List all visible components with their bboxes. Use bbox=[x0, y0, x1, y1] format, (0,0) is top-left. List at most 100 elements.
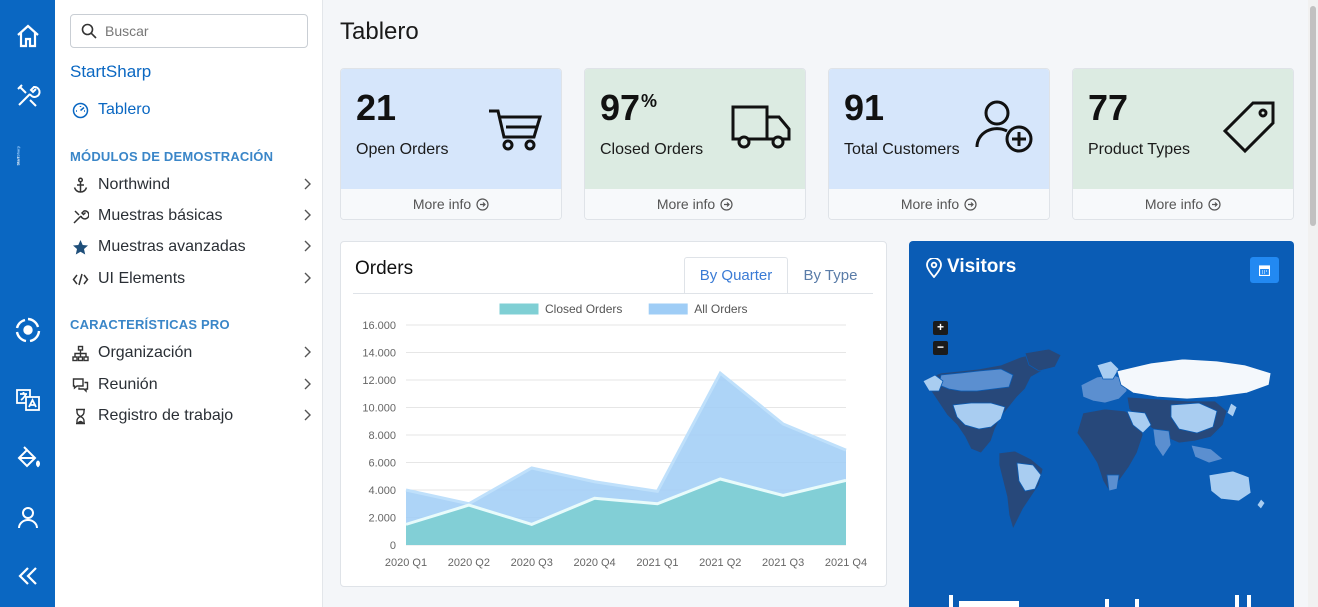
map-region-south-africa bbox=[1106, 474, 1120, 492]
orders-area-chart: 0 2.000 4.000 6.000 8.000 10.000 12.000 14.000 1… bbox=[362, 302, 867, 569]
info-box-product-types: 77 Product Types More info bbox=[1072, 68, 1294, 220]
legend-label: Closed Orders bbox=[545, 302, 622, 316]
y-tick-label: 4.000 bbox=[368, 485, 396, 497]
y-tick-label: 16.000 bbox=[362, 320, 396, 332]
x-tick-label: 2020 Q1 bbox=[385, 557, 427, 569]
collapse-icon[interactable] bbox=[0, 556, 55, 596]
sidebar-item-work-log[interactable]: Registro de trabajo bbox=[70, 403, 313, 429]
info-box-closed-orders: 97% Closed Orders More info bbox=[584, 68, 806, 220]
anchor-icon bbox=[70, 175, 90, 195]
arrow-circle-right-icon bbox=[476, 197, 489, 211]
sidebar-item-label: Muestras avanzadas bbox=[98, 238, 246, 255]
home-icon[interactable] bbox=[0, 16, 55, 56]
tab-divider bbox=[353, 293, 873, 294]
visitors-title: Visitors bbox=[947, 256, 1017, 277]
page-scrollbar[interactable] bbox=[1308, 0, 1318, 607]
tab-by-type[interactable]: By Type bbox=[788, 257, 873, 294]
x-tick-label: 2021 Q3 bbox=[762, 557, 804, 569]
y-tick-label: 12.000 bbox=[362, 375, 396, 387]
gauge-icon bbox=[70, 100, 90, 120]
visitors-sparkline bbox=[949, 595, 1251, 607]
calendar-icon bbox=[1259, 264, 1270, 276]
arrow-circle-right-icon bbox=[1208, 197, 1221, 211]
sidebar-item-label: Tablero bbox=[98, 101, 151, 118]
x-tick-label: 2020 Q4 bbox=[573, 557, 615, 569]
chevron-right-icon bbox=[304, 240, 311, 252]
more-info-link[interactable]: More info bbox=[341, 189, 561, 219]
info-box-total-customers: 91 Total Customers More info bbox=[828, 68, 1050, 220]
chevron-right-icon bbox=[304, 209, 311, 221]
sidebar-item-label: Northwind bbox=[98, 176, 171, 193]
translate-icon[interactable] bbox=[0, 380, 55, 420]
sidebar-title[interactable]: StartSharp bbox=[70, 62, 151, 82]
chevron-right-icon bbox=[304, 378, 311, 390]
map-region-japan bbox=[1226, 402, 1238, 418]
sidebar-item-label: Muestras básicas bbox=[98, 207, 223, 224]
orders-title: Orders bbox=[355, 258, 414, 279]
svg-text:StartSharp: StartSharp bbox=[16, 145, 20, 165]
y-tick-label: 2.000 bbox=[368, 513, 396, 525]
tools-icon[interactable] bbox=[0, 76, 55, 116]
sidebar-item-dashboard[interactable]: Tablero bbox=[70, 97, 313, 123]
more-info-link[interactable]: More info bbox=[585, 189, 805, 219]
info-box-label: Open Orders bbox=[356, 141, 449, 158]
search-input[interactable] bbox=[105, 23, 295, 39]
x-tick-label: 2020 Q3 bbox=[511, 557, 553, 569]
chevron-right-icon bbox=[304, 409, 311, 421]
sidebar-item-ui-elements[interactable]: UI Elements bbox=[70, 266, 313, 292]
y-tick-label: 0 bbox=[390, 540, 396, 552]
world-map[interactable] bbox=[921, 345, 1281, 535]
info-box-value: 97% bbox=[600, 87, 658, 128]
star-icon bbox=[70, 237, 90, 257]
user-icon[interactable] bbox=[0, 497, 55, 537]
calendar-button[interactable] bbox=[1250, 257, 1279, 283]
info-box-value: 77 bbox=[1088, 87, 1129, 128]
tag-icon bbox=[1222, 101, 1275, 154]
swirl-logo-icon bbox=[0, 310, 55, 350]
map-region-india bbox=[1152, 428, 1172, 458]
hourglass-icon bbox=[70, 406, 90, 426]
cart-icon bbox=[489, 109, 543, 151]
chevron-right-icon bbox=[304, 178, 311, 190]
info-box-label: Product Types bbox=[1088, 141, 1190, 158]
icon-rail: StartSharp bbox=[0, 0, 55, 607]
visitors-card: Visitors + − bbox=[909, 241, 1294, 607]
map-zoom-in-button[interactable]: + bbox=[933, 321, 948, 335]
x-tick-label: 2020 Q2 bbox=[448, 557, 490, 569]
more-info-link[interactable]: More info bbox=[829, 189, 1049, 219]
sidebar-item-organization[interactable]: Organización bbox=[70, 340, 313, 366]
info-box-body: 91 Total Customers bbox=[829, 69, 1049, 189]
arrow-circle-right-icon bbox=[964, 197, 977, 211]
legend-swatch bbox=[498, 302, 540, 316]
page-title: Tablero bbox=[340, 18, 419, 45]
info-box-value: 21 bbox=[356, 87, 397, 128]
map-marker-icon bbox=[926, 258, 942, 278]
y-tick-label: 8.000 bbox=[368, 430, 396, 442]
tab-by-quarter[interactable]: By Quarter bbox=[684, 257, 788, 294]
legend-label: All Orders bbox=[694, 302, 747, 316]
map-region-new-zealand bbox=[1256, 498, 1266, 510]
map-region-southeast-asia bbox=[1190, 444, 1224, 464]
sidebar-item-meeting[interactable]: Reunión bbox=[70, 372, 313, 398]
more-info-link[interactable]: More info bbox=[1073, 189, 1293, 219]
y-tick-label: 10.000 bbox=[362, 403, 396, 415]
comments-icon bbox=[70, 375, 90, 395]
startsharp-logo: StartSharp bbox=[16, 145, 20, 165]
info-box-body: 77 Product Types bbox=[1073, 69, 1293, 189]
sidebar-item-basic-samples[interactable]: Muestras básicas bbox=[70, 203, 313, 229]
paint-bucket-icon[interactable] bbox=[0, 438, 55, 478]
sidebar-item-label: Registro de trabajo bbox=[98, 407, 234, 424]
sidebar-item-northwind[interactable]: Northwind bbox=[70, 172, 313, 198]
search-box[interactable] bbox=[70, 14, 308, 48]
sidebar-item-advanced-samples[interactable]: Muestras avanzadas bbox=[70, 234, 313, 260]
search-icon bbox=[81, 23, 97, 39]
legend-swatch bbox=[647, 302, 689, 316]
chevron-right-icon bbox=[304, 346, 311, 358]
info-box-label: Closed Orders bbox=[600, 141, 704, 158]
info-box-open-orders: 21 Open Orders More info bbox=[340, 68, 562, 220]
map-region-australia bbox=[1208, 470, 1252, 502]
x-tick-label: 2021 Q2 bbox=[699, 557, 741, 569]
scrollbar-thumb[interactable] bbox=[1310, 6, 1316, 226]
info-box-value: 91 bbox=[844, 87, 885, 128]
sitemap-icon bbox=[70, 343, 90, 363]
